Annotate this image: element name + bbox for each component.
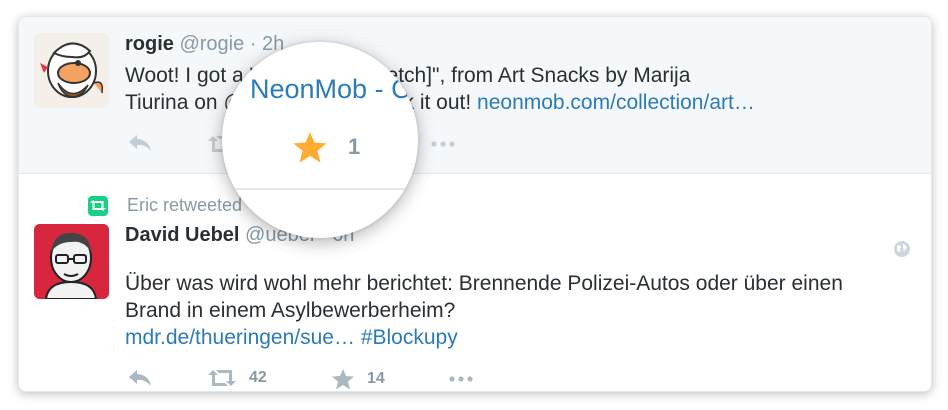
more-button[interactable] [449, 376, 473, 382]
divider [222, 188, 418, 190]
favorite-count: 1 [348, 134, 361, 159]
tweet-text-line-2: Brand in einem Asylbewerberheim? [125, 299, 456, 322]
star-icon [293, 132, 327, 163]
tweet-link[interactable]: mdr.de/thueringen/sue… [125, 326, 355, 349]
magnified-text: NeonMob - C [250, 74, 411, 104]
favorite-button[interactable]: 14 [331, 368, 385, 390]
author-handle[interactable]: @rogie [179, 33, 244, 55]
reply-button[interactable] [127, 133, 153, 153]
duck-avatar-icon [34, 33, 109, 108]
star-icon [332, 369, 354, 390]
globe-icon [893, 240, 911, 263]
favorite-button-magnified[interactable]: 1 [292, 130, 360, 164]
tweet-text-line-2: Tiurina on @NeonMob - Check it out! neon… [125, 89, 755, 116]
author-name[interactable]: rogie [125, 33, 174, 55]
more-icon [449, 376, 473, 382]
reply-icon [129, 135, 151, 151]
tweet-text-line-1: Über was wird wohl mehr berichtet: Brenn… [125, 272, 843, 295]
tweet-rogie[interactable]: rogie @rogie · 2h Woot! I got a "Pretzel… [19, 17, 931, 174]
avatar[interactable] [34, 224, 109, 299]
favorite-count: 14 [367, 370, 385, 387]
person-avatar-icon [34, 224, 109, 299]
tweet-header: rogie @rogie · 2h [125, 33, 284, 56]
retweet-count: 42 [249, 369, 267, 386]
tweet-links: mdr.de/thueringen/sue… #Blockupy [125, 324, 458, 351]
hashtag-link[interactable]: #Blockupy [361, 326, 458, 349]
retweet-badge [88, 196, 108, 216]
reply-icon [129, 370, 151, 386]
retweet-icon [208, 370, 236, 386]
retweet-button[interactable]: 42 [207, 368, 267, 388]
reply-button[interactable] [127, 368, 153, 388]
avatar[interactable] [34, 33, 109, 108]
tweet-david-uebel[interactable]: Eric retweeted David Uebel @uebel · 6h Ü… [19, 174, 931, 391]
retweet-icon [90, 200, 106, 211]
retweeted-by-label[interactable]: Eric retweeted [127, 195, 242, 216]
tweet-link[interactable]: neonmob.com/collection/art… [477, 91, 755, 114]
author-name[interactable]: David Uebel [125, 224, 239, 246]
more-icon [431, 141, 455, 147]
magnifier-lens: NeonMob - C 1 [222, 42, 418, 238]
timeline-card: rogie @rogie · 2h Woot! I got a "Pretzel… [18, 16, 932, 392]
more-button[interactable] [431, 141, 455, 147]
